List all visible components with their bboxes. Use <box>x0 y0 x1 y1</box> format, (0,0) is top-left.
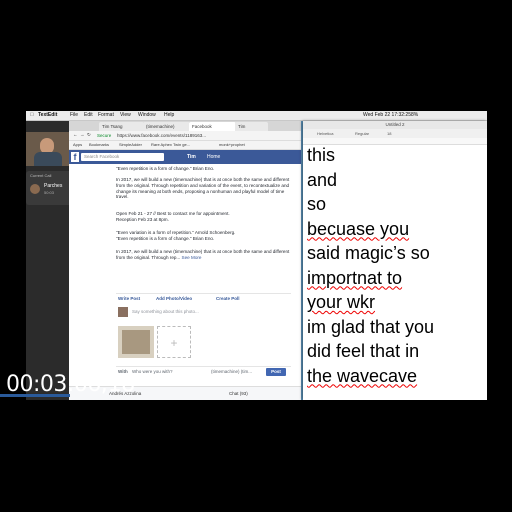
post-target[interactable]: (timemachine) (tim... <box>211 369 252 374</box>
post-line: In 2017, we will build a new (timemachin… <box>116 249 296 261</box>
post-line: "Even repetition is a form of change." B… <box>116 236 215 241</box>
menu-view[interactable]: View <box>120 112 131 118</box>
menubar-app-name[interactable]: TextEdit <box>38 112 57 118</box>
doc-line: so <box>307 194 327 214</box>
bookmark-simpleadder[interactable]: SimpleAdder <box>119 142 142 147</box>
doc-line: this <box>307 145 336 165</box>
apple-menu-icon[interactable]:  <box>30 112 34 118</box>
with-input[interactable]: Who were you with? <box>132 369 173 374</box>
add-more-photo-button[interactable]: + <box>157 326 191 358</box>
browser-tab-strip: Tim Tsang (timemachine) Facebook Tim <box>69 121 301 131</box>
post-line-text: In 2017, we will build a new (timemachin… <box>116 249 290 260</box>
reload-icon[interactable]: ↻ <box>87 132 91 138</box>
screen-recording:  TextEdit File Edit Format View Window … <box>26 111 487 400</box>
person-shirt <box>34 152 62 166</box>
avatar <box>118 307 128 317</box>
doc-line: importnat to <box>307 267 403 288</box>
menubar-battery: 8% <box>411 112 419 118</box>
menubar-clock[interactable]: Wed Feb 22 17:32:25 <box>363 112 411 118</box>
doc-line: and <box>307 169 338 190</box>
forward-arrow-icon[interactable]: → <box>80 132 85 137</box>
chat-button[interactable]: Chat (93) <box>229 391 248 396</box>
address-bar[interactable]: ← → ↻ Secure https://www.facebook.com/ev… <box>69 131 301 141</box>
bookmark-apps[interactable]: Apps <box>73 142 82 147</box>
post-line: Open Feb 21 - 27 // Best to contact me f… <box>116 211 230 216</box>
post-line: In 2017, we will build a new (timemachin… <box>116 177 290 200</box>
bookmark-bookmarks[interactable]: Bookmarks <box>89 142 109 147</box>
facebook-search-input[interactable]: Search Facebook <box>81 153 164 161</box>
video-timecode: 00:03:06;18 <box>6 372 135 397</box>
menu-help[interactable]: Help <box>164 112 174 118</box>
mac-menubar:  TextEdit File Edit Format View Window … <box>26 111 487 121</box>
textedit-window: Untitled 2 Helvetica Regular 18 this and… <box>303 121 487 400</box>
post-line: Reception Feb 23 at 8pm. <box>116 217 169 222</box>
chrome-browser-window: Tim Tsang (timemachine) Facebook Tim ← →… <box>69 121 301 400</box>
bookmark-aphex[interactable]: Rare Aphex Twin ge... <box>151 142 190 147</box>
doc-line: im glad that you <box>307 316 435 337</box>
textedit-document[interactable]: this and so becuase you said magic’s so … <box>307 143 485 388</box>
doc-line: did feel that in <box>307 341 420 361</box>
doc-line: your wkr <box>307 292 376 312</box>
composer-input[interactable]: Say something about this photo... <box>132 309 199 314</box>
attached-photo-thumbnail[interactable] <box>118 326 154 358</box>
webcam-preview <box>26 132 70 166</box>
tab-tim[interactable]: Tim <box>235 122 268 131</box>
caller-avatar <box>30 184 40 194</box>
back-arrow-icon[interactable]: ← <box>73 132 78 137</box>
call-label: Current Call <box>30 173 52 178</box>
doc-line: the wavecave <box>307 365 418 386</box>
facebook-logo-icon[interactable]: f <box>71 152 79 162</box>
bookmark-monk-prophet[interactable]: monk+prophet <box>219 142 245 147</box>
menu-file[interactable]: File <box>70 112 78 118</box>
facebook-top-bar: f Search Facebook Tim Home <box>69 150 301 164</box>
textedit-title: Untitled 2 <box>303 121 487 129</box>
menu-format[interactable]: Format <box>98 112 114 118</box>
doc-line: said magic’s so <box>307 243 430 263</box>
write-post-button[interactable]: Write Post <box>118 296 140 301</box>
caller-name: Parches <box>44 183 63 189</box>
bookmarks-bar: Apps Bookmarks SimpleAdder Rare Aphex Tw… <box>69 141 301 150</box>
facebook-profile-link[interactable]: Tim <box>187 154 196 160</box>
tab-timemachine[interactable]: (timemachine) <box>143 122 190 131</box>
doc-line: becuase you <box>307 218 410 239</box>
post-line: "Even repetition is a form of change." B… <box>116 166 215 171</box>
add-photo-button[interactable]: Add Photo/Video <box>156 296 192 301</box>
font-style-select[interactable]: Regular <box>355 131 369 136</box>
facebook-home-link[interactable]: Home <box>207 154 220 160</box>
font-size-select[interactable]: 18 <box>387 131 391 136</box>
composer-box[interactable]: Say something about this photo... <box>116 305 291 319</box>
url-text[interactable]: https://www.facebook.com/events/1189163.… <box>117 133 206 138</box>
create-poll-button[interactable]: Create Poll <box>216 296 240 301</box>
menu-window[interactable]: Window <box>138 112 156 118</box>
font-family-select[interactable]: Helvetica <box>317 131 333 136</box>
post-button[interactable]: Post <box>266 368 286 376</box>
see-more-link[interactable]: See More <box>182 255 202 260</box>
composer-actions: Write Post Add Photo/Video Create Poll <box>116 293 291 303</box>
tab-facebook[interactable]: Facebook <box>189 122 236 131</box>
with-row: With Who were you with? (timemachine) (t… <box>116 366 291 377</box>
menu-edit[interactable]: Edit <box>84 112 93 118</box>
tab-tim-tsang[interactable]: Tim Tsang <box>99 122 144 131</box>
post-line: "Even variation is a form of repetition.… <box>116 230 236 235</box>
call-duration: 50:03 <box>44 190 55 195</box>
secure-label: Secure <box>97 132 112 138</box>
